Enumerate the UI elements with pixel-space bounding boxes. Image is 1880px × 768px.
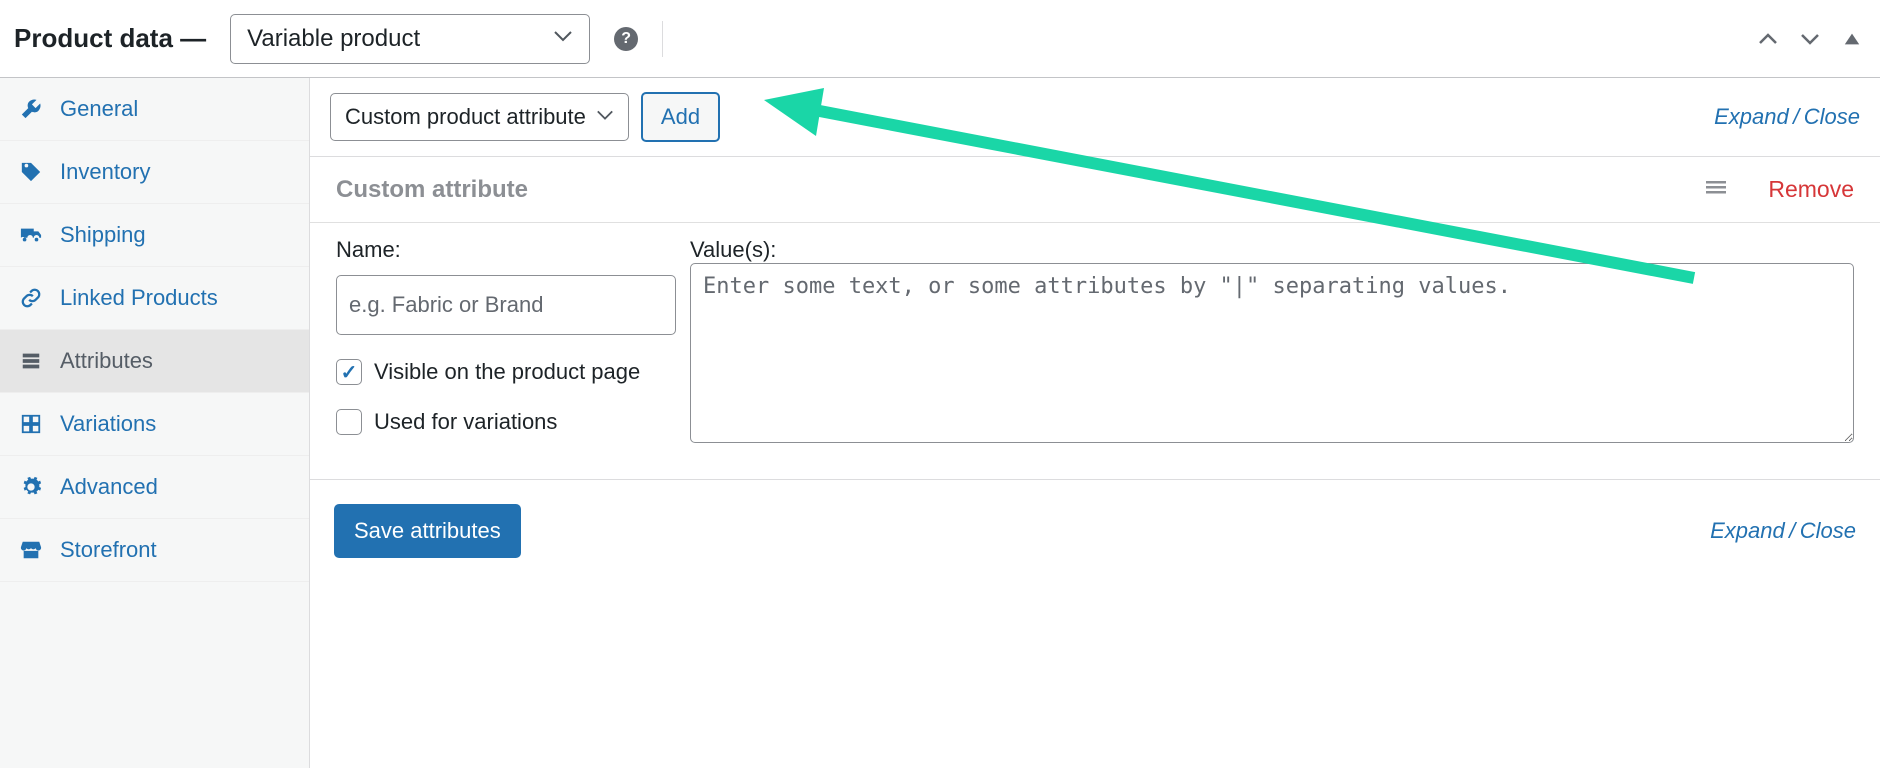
- sidebar-item-storefront[interactable]: Storefront: [0, 519, 309, 582]
- move-down-icon[interactable]: [1796, 25, 1824, 53]
- sidebar-item-linked-products[interactable]: Linked Products: [0, 267, 309, 330]
- move-up-icon[interactable]: [1754, 25, 1782, 53]
- gear-icon: [20, 476, 42, 498]
- remove-attribute-link[interactable]: Remove: [1768, 176, 1854, 203]
- grid-icon: [20, 413, 42, 435]
- chevron-down-icon: [596, 104, 614, 130]
- expand-link[interactable]: Expand: [1714, 104, 1789, 129]
- sidebar-item-general[interactable]: General: [0, 78, 309, 141]
- used-checkbox-label: Used for variations: [374, 409, 557, 435]
- sidebar-item-inventory[interactable]: Inventory: [0, 141, 309, 204]
- sidebar-item-label: Storefront: [60, 537, 157, 563]
- save-attributes-button[interactable]: Save attributes: [334, 504, 521, 558]
- expand-link-bottom[interactable]: Expand: [1710, 518, 1785, 543]
- toggle-panel-icon[interactable]: [1838, 25, 1866, 53]
- chevron-down-icon: [553, 25, 573, 53]
- sidebar-item-advanced[interactable]: Advanced: [0, 456, 309, 519]
- sidebar: General Inventory Shipping Linked Produc…: [0, 78, 310, 768]
- values-label: Value(s):: [690, 237, 1854, 263]
- sidebar-item-variations[interactable]: Variations: [0, 393, 309, 456]
- attribute-type-select[interactable]: Custom product attribute: [330, 93, 629, 141]
- sidebar-item-label: Variations: [60, 411, 156, 437]
- used-for-variations-checkbox-row[interactable]: Used for variations: [336, 409, 676, 435]
- separator: /: [1793, 104, 1799, 129]
- sidebar-item-label: Advanced: [60, 474, 158, 500]
- separator: /: [1789, 518, 1795, 543]
- visible-checkbox-label: Visible on the product page: [374, 359, 640, 385]
- divider: [662, 21, 663, 57]
- checkbox-unchecked-icon: [336, 409, 362, 435]
- link-icon: [20, 287, 42, 309]
- wrench-icon: [20, 98, 42, 120]
- sidebar-item-label: Inventory: [60, 159, 151, 185]
- close-link-bottom[interactable]: Close: [1800, 518, 1856, 543]
- attribute-title: Custom attribute: [336, 176, 528, 204]
- sidebar-item-label: Linked Products: [60, 285, 218, 311]
- product-type-value: Variable product: [247, 25, 420, 53]
- checkbox-checked-icon: [336, 359, 362, 385]
- tag-icon: [20, 161, 42, 183]
- attribute-name-input[interactable]: [336, 275, 676, 335]
- product-type-select[interactable]: Variable product: [230, 14, 590, 64]
- sidebar-item-label: Attributes: [60, 348, 153, 374]
- attribute-values-textarea[interactable]: [690, 263, 1854, 443]
- attribute-type-value: Custom product attribute: [345, 104, 586, 130]
- list-icon: [20, 350, 42, 372]
- sidebar-item-shipping[interactable]: Shipping: [0, 204, 309, 267]
- close-link[interactable]: Close: [1804, 104, 1860, 129]
- sidebar-item-attributes[interactable]: Attributes: [0, 330, 309, 393]
- truck-icon: [20, 224, 42, 246]
- page-title: Product data —: [14, 23, 206, 54]
- sidebar-item-label: General: [60, 96, 138, 122]
- add-attribute-button[interactable]: Add: [641, 92, 720, 142]
- drag-handle-icon[interactable]: [1704, 175, 1728, 204]
- sidebar-item-label: Shipping: [60, 222, 146, 248]
- store-icon: [20, 539, 42, 561]
- help-icon[interactable]: ?: [614, 27, 638, 51]
- visible-checkbox-row[interactable]: Visible on the product page: [336, 359, 676, 385]
- name-label: Name:: [336, 237, 676, 263]
